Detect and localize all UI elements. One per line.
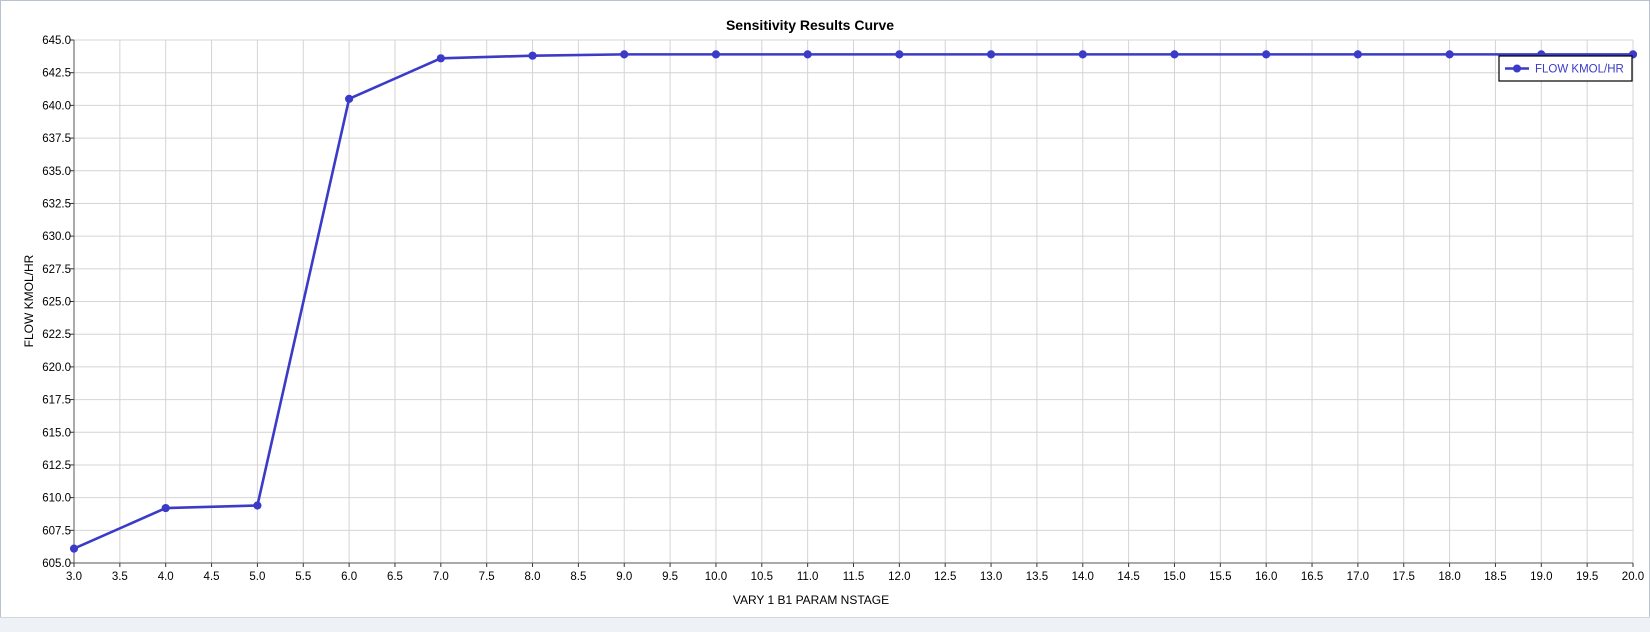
x-tick-label: 8.0 xyxy=(525,571,541,583)
x-tick-label: 16.5 xyxy=(1301,571,1323,583)
x-tick-label: 11.5 xyxy=(843,571,865,583)
y-tick-label: 637.5 xyxy=(42,133,71,145)
y-tick-label: 622.5 xyxy=(42,329,71,341)
x-tick-label: 14.0 xyxy=(1072,571,1094,583)
data-point xyxy=(620,50,629,59)
x-tick-label: 8.5 xyxy=(570,571,586,583)
x-tick-label: 19.5 xyxy=(1576,571,1598,583)
data-point xyxy=(1170,50,1179,59)
x-tick-label: 3.5 xyxy=(112,571,128,583)
x-tick-label: 7.5 xyxy=(479,571,495,583)
window-bottom-edge xyxy=(0,617,1650,632)
x-tick-label: 9.0 xyxy=(616,571,632,583)
x-tick-label: 14.5 xyxy=(1117,571,1139,583)
x-tick-label: 16.0 xyxy=(1255,571,1277,583)
x-tick-label: 4.5 xyxy=(204,571,220,583)
x-tick-label: 17.5 xyxy=(1393,571,1415,583)
x-tick-label: 9.5 xyxy=(662,571,678,583)
x-tick-label: 7.0 xyxy=(433,571,449,583)
data-point xyxy=(1078,50,1087,59)
y-tick-label: 630.0 xyxy=(42,231,71,243)
sensitivity-chart: Sensitivity Results Curve 3.0 3.5 4.0 4.5 5.… xyxy=(22,17,1644,607)
data-point xyxy=(986,50,996,59)
x-tick-label: 13.0 xyxy=(980,571,1002,583)
y-tick-label: 615.0 xyxy=(42,427,71,439)
y-tick-label: 610.0 xyxy=(42,493,71,505)
y-axis-label: FLOW KMOL/HR xyxy=(22,254,36,347)
data-point xyxy=(345,94,354,103)
y-tick-label: 620.0 xyxy=(42,362,71,374)
data-point xyxy=(69,544,79,553)
y-tick-label: 627.5 xyxy=(42,264,71,276)
x-tick-label: 15.5 xyxy=(1209,571,1231,583)
x-tick-label: 15.0 xyxy=(1163,571,1185,583)
data-point xyxy=(161,503,170,513)
x-tick-label: 13.5 xyxy=(1026,571,1048,583)
x-tick-label: 6.0 xyxy=(341,571,357,583)
x-tick-label: 20.0 xyxy=(1622,571,1644,583)
x-tick-label: 18.0 xyxy=(1438,571,1460,583)
legend-entry-label: FLOW KMOL/HR xyxy=(1535,64,1624,76)
data-point xyxy=(803,50,812,59)
data-point xyxy=(1262,50,1271,59)
x-tick-label: 12.0 xyxy=(888,571,910,583)
y-tick-label: 612.5 xyxy=(42,460,71,472)
y-tick-label: 635.0 xyxy=(42,166,71,178)
x-tick-label: 17.0 xyxy=(1347,571,1369,583)
x-tick-label: 12.5 xyxy=(934,571,956,583)
y-tick-label: 605.0 xyxy=(42,558,71,570)
data-point xyxy=(711,50,721,59)
x-tick-label: 11.0 xyxy=(797,571,819,583)
x-tick-label: 10.0 xyxy=(705,571,727,583)
x-tick-label: 18.5 xyxy=(1484,571,1506,583)
data-point xyxy=(895,50,904,59)
data-point xyxy=(528,51,537,60)
grid xyxy=(73,39,1634,564)
data-point xyxy=(1445,50,1454,59)
data-point xyxy=(1353,50,1362,59)
x-tick-label: 5.5 xyxy=(295,571,311,583)
x-axis-label: VARY 1 B1 PARAM NSTAGE xyxy=(733,593,889,607)
data-point xyxy=(253,501,262,510)
data-point xyxy=(436,54,445,63)
legend[interactable]: FLOW KMOL/HR xyxy=(1498,55,1633,82)
x-tick-label: 5.0 xyxy=(249,571,265,583)
y-tick-label: 632.5 xyxy=(42,198,71,210)
x-tick-label: 10.5 xyxy=(751,571,773,583)
y-tick-label: 640.0 xyxy=(42,100,71,112)
x-tick-label: 19.0 xyxy=(1530,571,1552,583)
x-tick-label: 3.0 xyxy=(66,571,82,583)
y-tick-label: 607.5 xyxy=(42,525,71,537)
x-tick-label: 4.0 xyxy=(158,571,174,583)
y-tick-label: 617.5 xyxy=(42,395,71,407)
y-tick-label: 642.5 xyxy=(42,68,71,80)
y-tick-label: 645.0 xyxy=(42,35,71,47)
chart-title: Sensitivity Results Curve xyxy=(726,17,894,33)
x-tick-label: 6.5 xyxy=(387,571,403,583)
legend-marker xyxy=(1513,64,1521,73)
y-tick-label: 625.0 xyxy=(42,297,71,309)
